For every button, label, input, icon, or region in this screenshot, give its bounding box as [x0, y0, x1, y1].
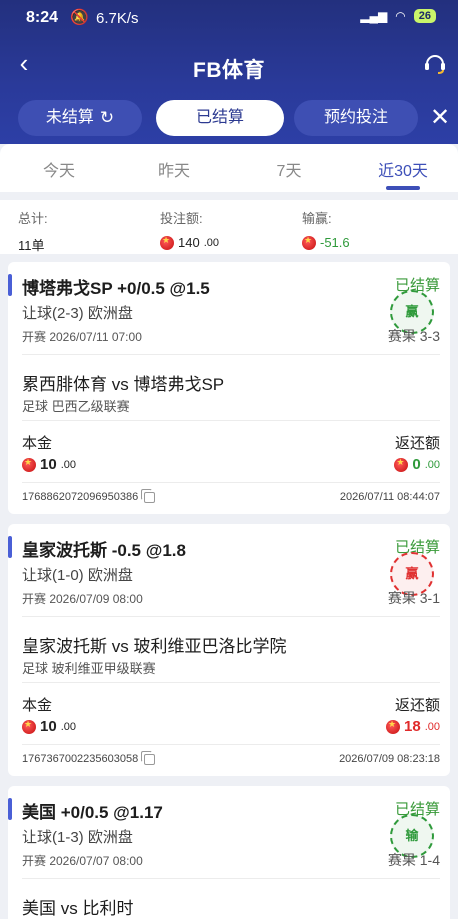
- bet-score: 赛果 3-3: [387, 328, 440, 344]
- coin-icon: [394, 457, 409, 472]
- summary-stake-decimal: .00: [203, 236, 219, 249]
- settlement-tabs: 未结算 ↻ 已结算 预约投注 ✕: [0, 100, 458, 136]
- tab-30days[interactable]: 近30天: [346, 157, 458, 181]
- return-value: 0.00: [394, 456, 440, 473]
- headset-icon[interactable]: [422, 50, 448, 76]
- divider: [22, 744, 440, 745]
- tab-7days[interactable]: 7天: [232, 157, 346, 181]
- network-speed: 6.7K/s: [96, 10, 139, 27]
- summary-stake: 投注额: 140.00: [160, 208, 219, 250]
- return-label: 返还额: [394, 435, 440, 452]
- settle-time: 2026/07/09 08:23:18: [339, 753, 440, 765]
- page-title: FB体育: [193, 59, 265, 82]
- settle-time: 2026/07/11 08:44:07: [339, 491, 440, 503]
- summary-total: 总计: 11单: [18, 208, 48, 254]
- status-time: 8:24: [26, 9, 59, 26]
- bet-market: 让球(2-3) 欧洲盘: [22, 305, 133, 322]
- copy-icon[interactable]: [141, 750, 156, 765]
- order-id: 1767367002235603058: [22, 750, 156, 765]
- divider: [22, 354, 440, 355]
- tab-yesterday[interactable]: 昨天: [117, 157, 231, 181]
- coin-icon: [386, 719, 401, 734]
- tab-today[interactable]: 今天: [2, 157, 116, 181]
- coin-icon: [302, 235, 316, 250]
- return-amount: 0: [412, 456, 421, 473]
- card-marker: [8, 798, 12, 820]
- bet-match: 皇家波托斯 vs 玻利维亚巴洛比学院: [22, 637, 287, 656]
- battery-icon: 26: [413, 9, 436, 23]
- stake-amount: 10: [40, 456, 57, 473]
- divider: [22, 420, 440, 421]
- bet-market: 让球(1-0) 欧洲盘: [22, 567, 133, 584]
- bell-off-icon: 🔕: [70, 9, 89, 26]
- summary-stake-value: 140.00: [160, 235, 219, 250]
- close-icon[interactable]: ✕: [426, 104, 454, 132]
- coin-icon: [160, 235, 174, 250]
- stake-value: 10.00: [22, 718, 76, 735]
- order-id-value: 1768862072096950386: [22, 491, 139, 503]
- return-value: 18.00: [386, 718, 440, 735]
- stake-amount: 10: [40, 718, 57, 735]
- divider: [22, 682, 440, 683]
- status-indicators: ▂▄▆ ◠ 26: [360, 9, 436, 23]
- content-area: 今天 昨天 7天 近30天 总计: 11单 投注额: 140.00 输赢: -5…: [0, 144, 458, 919]
- bet-pick: 皇家波托斯 -0.5 @1.8: [22, 541, 186, 560]
- navbar: ‹ FB体育: [0, 44, 458, 88]
- status-bar: 8:24 🔕 6.7K/s ▂▄▆ ◠ 26: [0, 0, 458, 36]
- stake-label: 本金: [22, 435, 53, 452]
- summary-total-value: 11单: [18, 238, 45, 253]
- summary-pnl-amount: -51.6: [320, 235, 350, 250]
- summary-pnl-value: -51.6: [302, 235, 350, 250]
- order-id-value: 1767367002235603058: [22, 753, 139, 765]
- order-id: 1768862072096950386: [22, 488, 156, 503]
- summary-stake-label: 投注额:: [160, 211, 203, 226]
- return-label: 返还额: [394, 697, 440, 714]
- bet-pick: 美国 +0/0.5 @1.17: [22, 803, 163, 822]
- card-marker: [8, 536, 12, 558]
- coin-icon: [22, 719, 36, 734]
- bet-kickoff: 开赛 2026/07/09 08:00: [22, 592, 143, 606]
- refresh-icon[interactable]: ↻: [100, 100, 114, 136]
- coin-icon: [22, 457, 36, 472]
- bet-match: 累西腓体育 vs 博塔弗戈SP: [22, 375, 225, 394]
- bet-pick: 博塔弗戈SP +0/0.5 @1.5: [22, 279, 210, 298]
- bet-match: 美国 vs 比利时: [22, 899, 134, 918]
- stake-value: 10.00: [22, 456, 76, 473]
- tab-unsettled-label: 未结算: [45, 109, 94, 126]
- bet-score: 赛果 1-4: [387, 852, 440, 868]
- active-tab-indicator: [386, 186, 420, 190]
- bet-score: 赛果 3-1: [387, 590, 440, 606]
- return-decimal: .00: [424, 720, 440, 733]
- divider: [22, 878, 440, 879]
- bet-market: 让球(1-3) 欧洲盘: [22, 829, 133, 846]
- summary-pnl-label: 输赢:: [302, 211, 332, 226]
- period-tabs: 今天 昨天 7天 近30天: [0, 144, 458, 192]
- bet-card[interactable]: 美国 +0/0.5 @1.17 已结算 让球(1-3) 欧洲盘 输 开赛 202…: [8, 786, 450, 919]
- stake-label: 本金: [22, 697, 53, 714]
- summary-total-label: 总计:: [18, 211, 48, 226]
- card-marker: [8, 274, 12, 296]
- return-decimal: .00: [424, 458, 440, 471]
- bet-kickoff: 开赛 2026/07/11 07:00: [22, 330, 142, 344]
- summary-bar: 总计: 11单 投注额: 140.00 输赢: -51.6: [0, 200, 458, 254]
- divider: [22, 482, 440, 483]
- wifi-icon: ◠: [395, 9, 406, 23]
- stake-decimal: .00: [60, 458, 76, 471]
- bet-kickoff: 开赛 2026/07/07 08:00: [22, 854, 143, 868]
- tab-settled[interactable]: 已结算: [156, 100, 284, 136]
- tab-unsettled[interactable]: 未结算 ↻: [18, 100, 142, 136]
- app-header: 8:24 🔕 6.7K/s ▂▄▆ ◠ 26 ‹ FB体育 未结算 ↻ 已结算 预…: [0, 0, 458, 144]
- bet-card[interactable]: 皇家波托斯 -0.5 @1.8 已结算 让球(1-0) 欧洲盘 赢 开赛 202…: [8, 524, 450, 776]
- summary-pnl: 输赢: -51.6: [302, 208, 350, 250]
- tab-reserved[interactable]: 预约投注: [294, 100, 418, 136]
- bet-league: 足球 巴西乙级联赛: [22, 399, 130, 414]
- bet-league: 足球 玻利维亚甲级联赛: [22, 661, 156, 676]
- divider: [22, 616, 440, 617]
- summary-stake-amount: 140: [178, 235, 200, 250]
- signal-icon: ▂▄▆: [360, 9, 388, 23]
- bet-card[interactable]: 博塔弗戈SP +0/0.5 @1.5 已结算 让球(2-3) 欧洲盘 赢 开赛 …: [8, 262, 450, 514]
- return-amount: 18: [404, 718, 421, 735]
- stake-decimal: .00: [60, 720, 76, 733]
- copy-icon[interactable]: [141, 488, 156, 503]
